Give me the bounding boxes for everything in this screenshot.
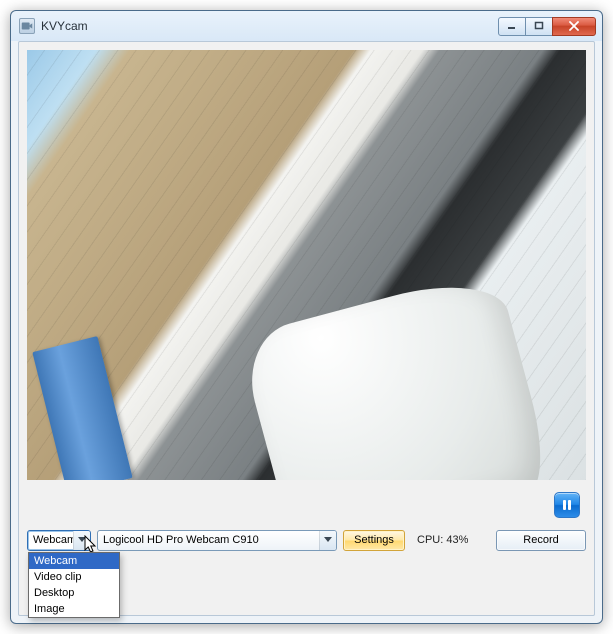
source-option-videoclip[interactable]: Video clip: [29, 569, 119, 585]
device-combo[interactable]: Logicool HD Pro Webcam C910: [97, 530, 337, 551]
close-button[interactable]: [552, 17, 596, 36]
source-combo[interactable]: Webcam Webcam Video clip Desktop Image: [27, 530, 91, 551]
titlebar: KVYcam: [11, 11, 602, 41]
device-combo-text: Logicool HD Pro Webcam C910: [103, 534, 319, 546]
pause-button[interactable]: [554, 492, 580, 518]
window-buttons: [498, 17, 596, 36]
source-dropdown: Webcam Video clip Desktop Image: [28, 552, 120, 618]
source-option-desktop[interactable]: Desktop: [29, 585, 119, 601]
cpu-usage-label: CPU: 43%: [411, 534, 474, 546]
window-title: KVYcam: [41, 19, 88, 33]
client-area: Webcam Webcam Video clip Desktop Image L…: [18, 41, 595, 616]
maximize-button[interactable]: [525, 17, 553, 36]
app-window: KVYcam Webcam: [10, 10, 603, 624]
chevron-down-icon: [73, 531, 90, 550]
chevron-down-icon: [319, 531, 336, 550]
settings-button[interactable]: Settings: [343, 530, 405, 551]
video-preview: [27, 50, 586, 480]
minimize-button[interactable]: [498, 17, 526, 36]
bottom-controls: Webcam Webcam Video clip Desktop Image L…: [27, 528, 586, 552]
source-option-webcam[interactable]: Webcam: [29, 553, 119, 569]
record-button-label: Record: [523, 534, 558, 546]
source-option-image[interactable]: Image: [29, 601, 119, 617]
settings-button-label: Settings: [354, 534, 394, 546]
source-combo-text: Webcam: [33, 534, 73, 546]
app-icon: [19, 18, 35, 34]
record-button[interactable]: Record: [496, 530, 586, 551]
